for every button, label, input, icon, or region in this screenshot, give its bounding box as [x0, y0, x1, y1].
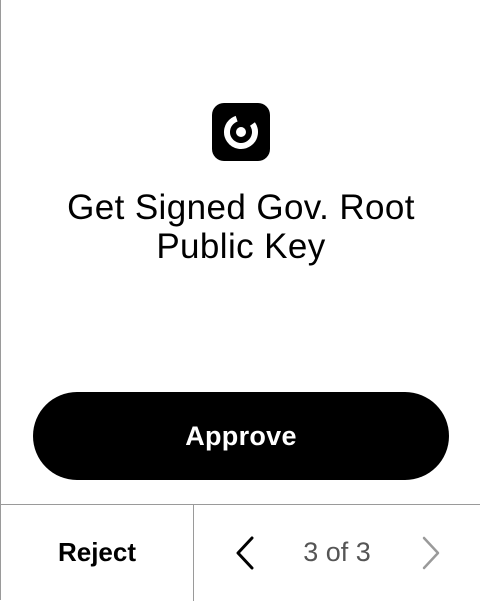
chevron-left-icon [236, 536, 254, 570]
app-logo-icon [212, 103, 270, 161]
signing-screen: Get Signed Gov. Root Public Key Approve … [0, 0, 480, 601]
chevron-right-icon [422, 536, 440, 570]
previous-page-button[interactable] [223, 527, 267, 579]
reject-button[interactable]: Reject [1, 505, 193, 600]
footer-bar: Reject 3 of 3 [1, 504, 480, 601]
page-indicator: 3 of 3 [303, 537, 371, 567]
footer-divider [193, 505, 194, 601]
next-page-button[interactable] [409, 527, 453, 579]
approve-button[interactable]: Approve [33, 392, 449, 480]
page-title: Get Signed Gov. Root Public Key [67, 188, 415, 266]
